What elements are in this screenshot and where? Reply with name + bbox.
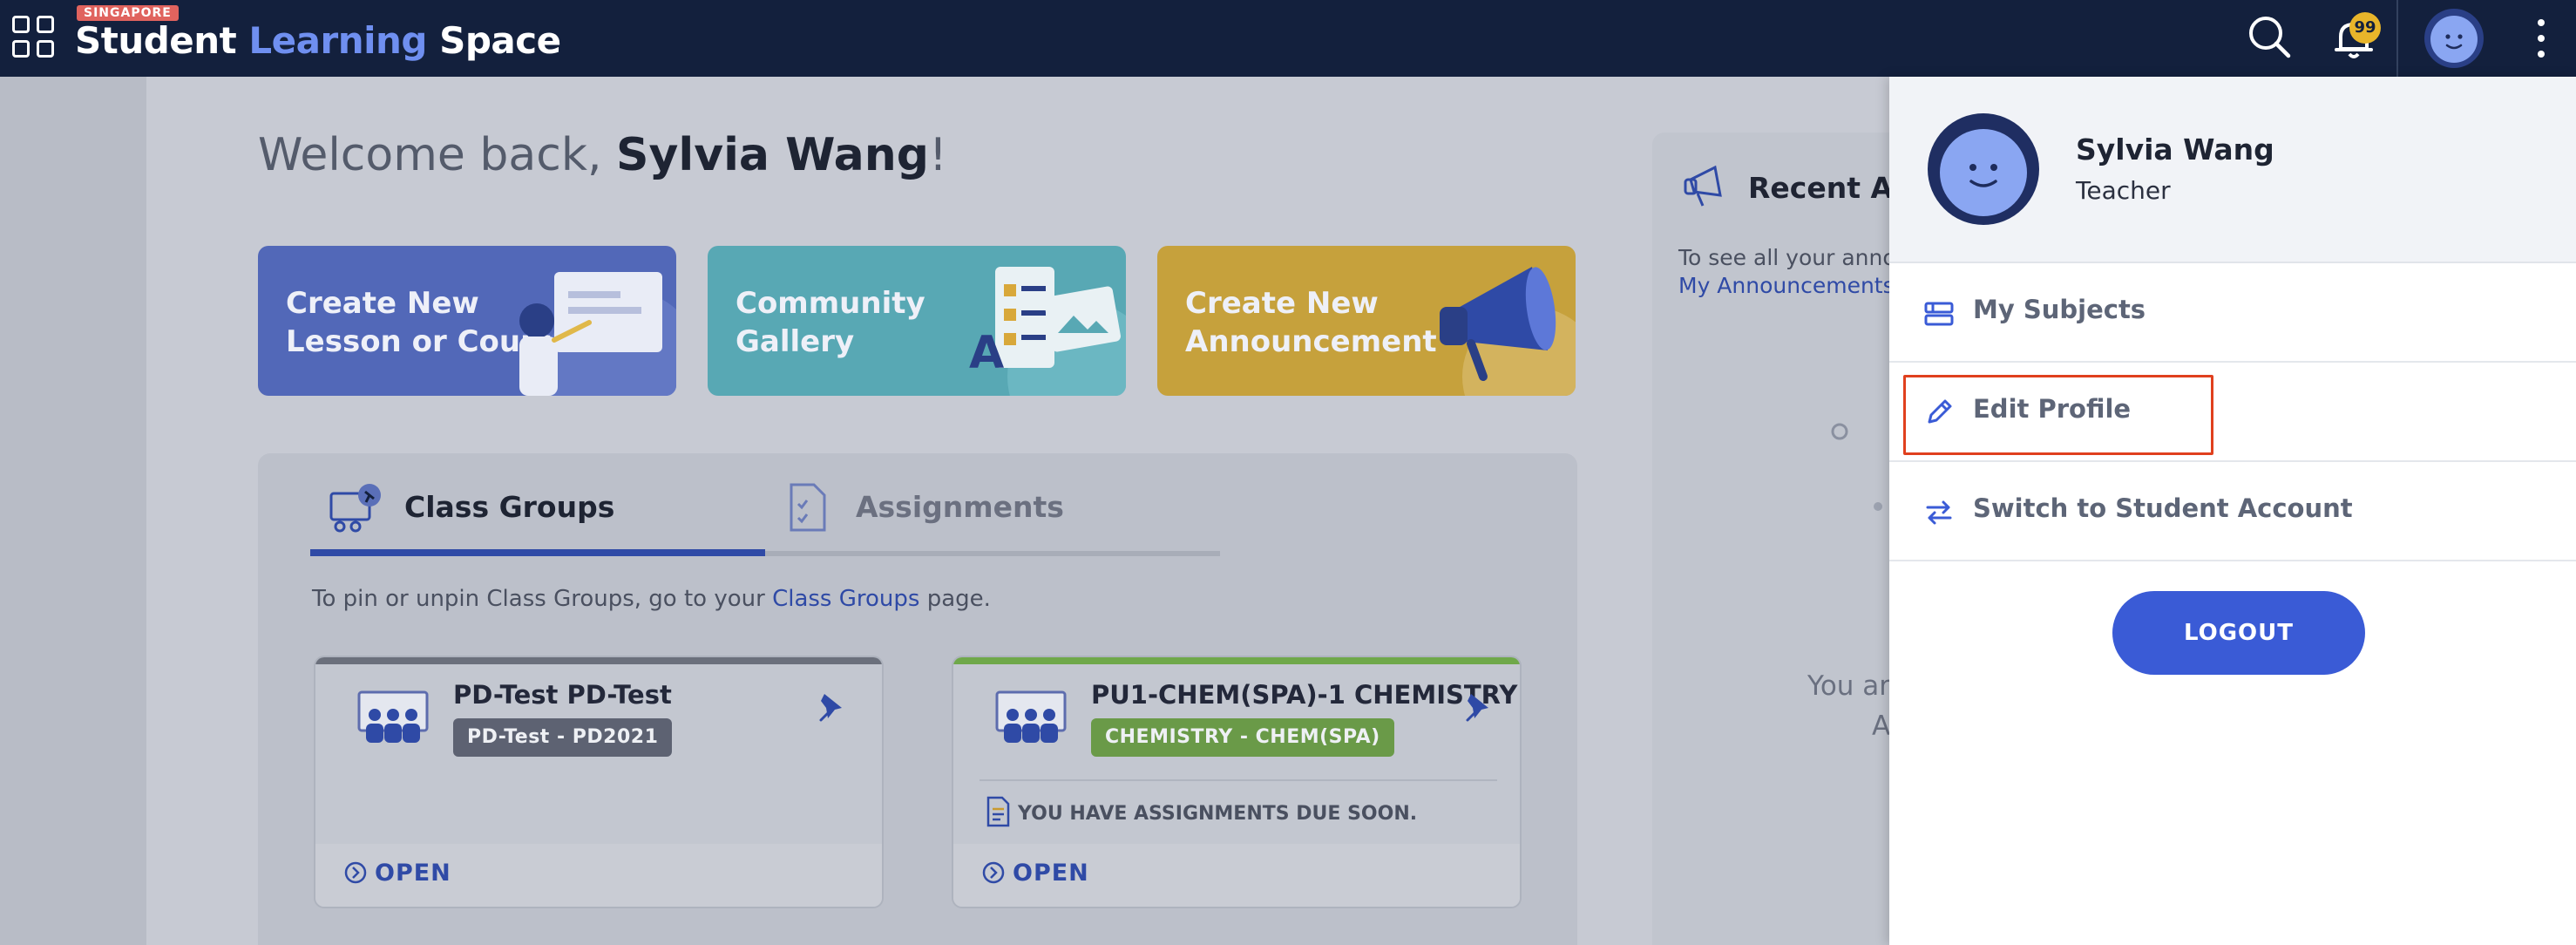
announcement-icon bbox=[1684, 165, 1722, 207]
card-footer: OPEN bbox=[953, 844, 1520, 907]
card-accent-bar bbox=[315, 657, 882, 664]
brand-name: Student Learning Space bbox=[75, 19, 561, 62]
create-announcement-card[interactable]: Create New Announcement bbox=[1157, 246, 1576, 396]
class-group-card[interactable]: PU1-CHEM(SPA)-1 CHEMISTRY CHEMISTRY - CH… bbox=[952, 656, 1522, 908]
switch-icon bbox=[1926, 500, 1952, 525]
profile-role: Teacher bbox=[2076, 176, 2171, 205]
menu-item-edit-profile[interactable]: Edit Profile bbox=[1889, 363, 2576, 462]
gallery-icon: A bbox=[969, 267, 1126, 396]
menu-item-label: Switch to Student Account bbox=[1973, 493, 2353, 523]
menu-item-my-subjects[interactable]: My Subjects bbox=[1889, 263, 2576, 363]
notification-badge: 99 bbox=[2349, 12, 2381, 44]
chevron-circle-icon bbox=[344, 861, 367, 884]
my-announcements-link[interactable]: My Announcements bbox=[1678, 272, 1896, 300]
class-group-card[interactable]: PD-Test PD-Test PD-Test - PD2021 OPEN bbox=[314, 656, 884, 908]
pin-icon[interactable] bbox=[816, 689, 851, 724]
open-button[interactable]: OPEN bbox=[343, 860, 451, 887]
due-notice: YOU HAVE ASSIGNMENTS DUE SOON. bbox=[985, 795, 1417, 828]
pin-hint-text: To pin or unpin Class Groups, go to your… bbox=[312, 586, 991, 612]
class-group-icon bbox=[357, 690, 429, 743]
user-avatar-icon[interactable] bbox=[2423, 7, 2485, 70]
class-groups-link[interactable]: Class Groups bbox=[772, 586, 919, 612]
subjects-icon bbox=[1924, 302, 1954, 326]
profile-name: Sylvia Wang bbox=[2076, 133, 2274, 167]
menu-item-switch-account[interactable]: Switch to Student Account bbox=[1889, 462, 2576, 561]
class-group-icon bbox=[995, 690, 1067, 743]
decorative-dot-icon bbox=[1831, 423, 1848, 440]
card-accent-bar bbox=[953, 657, 1520, 664]
profile-header: Sylvia Wang Teacher bbox=[1889, 77, 2576, 263]
topbar-divider bbox=[2396, 0, 2398, 77]
top-bar: SINGAPORE Student Learning Space 99 bbox=[0, 0, 2576, 77]
search-icon[interactable] bbox=[2245, 12, 2295, 63]
tab-label: Assignments bbox=[856, 490, 1064, 524]
create-lesson-card[interactable]: Create New Lesson or Course bbox=[258, 246, 676, 396]
profile-dropdown: Sylvia Wang Teacher My Subjects Edit Pro… bbox=[1889, 77, 2576, 945]
class-groups-icon bbox=[329, 484, 381, 533]
decorative-dot-icon bbox=[1874, 502, 1882, 511]
logout-button[interactable]: LOGOUT bbox=[2112, 591, 2365, 675]
tab-class-groups[interactable]: Class Groups bbox=[328, 481, 614, 551]
class-group-title: PU1-CHEM(SPA)-1 CHEMISTRY bbox=[1091, 680, 1518, 710]
profile-avatar-icon bbox=[1928, 113, 2039, 225]
pin-icon[interactable] bbox=[1462, 689, 1497, 724]
card-footer: OPEN bbox=[315, 844, 882, 907]
menu-item-label: Edit Profile bbox=[1973, 394, 2132, 424]
svg-text:A: A bbox=[969, 327, 1004, 379]
card-title: Community Gallery bbox=[736, 286, 925, 359]
document-icon bbox=[986, 796, 1010, 827]
tab-assignments[interactable]: Assignments bbox=[786, 481, 1064, 551]
open-button[interactable]: OPEN bbox=[981, 860, 1089, 887]
chevron-circle-icon bbox=[982, 861, 1005, 884]
card-divider bbox=[980, 779, 1497, 781]
announcements-empty-text: You ar A bbox=[1807, 670, 1891, 742]
app-grid-icon[interactable] bbox=[12, 16, 54, 58]
assignments-icon bbox=[790, 483, 826, 532]
community-gallery-card[interactable]: Community Gallery A bbox=[708, 246, 1126, 396]
megaphone-icon bbox=[1440, 267, 1576, 396]
announcements-hint: To see all your anno My Announcements bbox=[1678, 245, 1896, 300]
left-gutter bbox=[0, 77, 146, 945]
more-options-icon[interactable] bbox=[2531, 16, 2552, 61]
menu-item-label: My Subjects bbox=[1973, 295, 2146, 324]
lesson-board-icon bbox=[519, 272, 676, 396]
card-title: Create New Announcement bbox=[1185, 286, 1437, 359]
class-group-chip: CHEMISTRY - CHEM(SPA) bbox=[1091, 718, 1394, 757]
tab-label: Class Groups bbox=[404, 490, 615, 524]
welcome-heading: Welcome back, Sylvia Wang! bbox=[258, 129, 947, 181]
tab-active-indicator bbox=[310, 549, 765, 556]
class-group-chip: PD-Test - PD2021 bbox=[453, 718, 673, 757]
class-group-title: PD-Test PD-Test bbox=[453, 680, 672, 710]
pencil-icon bbox=[1928, 399, 1952, 424]
